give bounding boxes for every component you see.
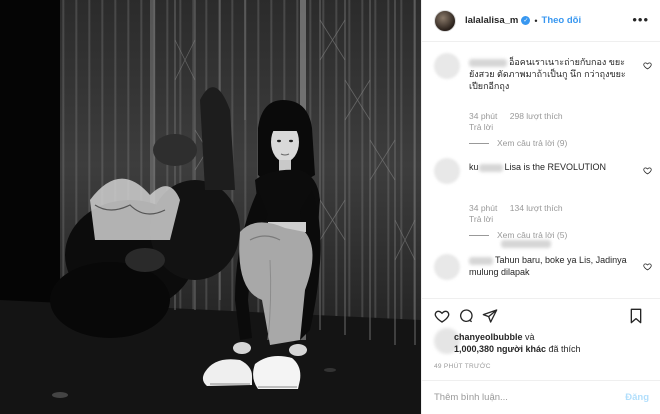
blurred-username: [478, 163, 503, 172]
likes-others[interactable]: người khác: [497, 344, 546, 354]
bookmark-icon[interactable]: [628, 308, 644, 324]
like-comment-heart-icon[interactable]: [643, 166, 652, 175]
header-separator: •: [534, 15, 538, 26]
comment-time: 34 phút: [469, 203, 498, 213]
comment-likes[interactable]: 298 lượt thích: [510, 111, 563, 122]
comment-text: Tahun baru, boke ya Lis, Jadinya mulung …: [469, 240, 629, 278]
comments-list[interactable]: อ็อคนเราเนาะถ่ายกับกอง ขยะยังสวย ตัดภาพม…: [422, 43, 660, 298]
verified-badge-icon: ✓: [521, 16, 531, 25]
reply-button[interactable]: Trả lời: [469, 122, 493, 133]
blurred-username: [469, 58, 507, 67]
follow-button[interactable]: Theo dõi: [542, 15, 582, 26]
comment-bubble-icon[interactable]: [458, 308, 474, 324]
comment-item: อ็อคนเราเนาะถ่ายกับกอง ขยะยังสวย ตัดภาพม…: [434, 53, 652, 173]
author-avatar[interactable]: [434, 9, 456, 32]
more-options-icon[interactable]: •••: [632, 13, 649, 26]
comment-text-content: Lisa is the REVOLUTION: [504, 162, 607, 172]
like-comment-heart-icon[interactable]: [643, 262, 652, 271]
like-heart-icon[interactable]: [434, 308, 450, 324]
likes-text: chanyeolbubble và 1,000,380 người khác đ…: [454, 331, 581, 355]
add-comment-bar: Đăng: [422, 380, 660, 414]
comment-username-visible[interactable]: ku: [469, 162, 479, 172]
likes-liked: đã thích: [548, 344, 581, 354]
view-replies-button[interactable]: Xem câu trả lời (9): [469, 138, 567, 148]
commenter-avatar[interactable]: [434, 53, 460, 79]
likes-count[interactable]: 1,000,380: [454, 344, 494, 354]
add-comment-input[interactable]: [434, 392, 626, 403]
comment-meta: 34 phút 134 lượt thích Trả lời: [469, 203, 563, 225]
post-timestamp[interactable]: 49 PHÚT TRƯỚC: [434, 363, 491, 370]
likes-and: và: [525, 332, 535, 342]
comment-meta: 34 phút 298 lượt thích Trả lời: [469, 111, 563, 133]
replies-divider-line: [469, 234, 489, 236]
comment-text: อ็อคนเราเนาะถ่ายกับกอง ขยะยังสวย ตัดภาพม…: [469, 56, 629, 92]
author-username[interactable]: lalalalisa_m: [465, 15, 518, 26]
view-replies-label: Xem câu trả lời (9): [497, 138, 568, 148]
replies-divider-line: [469, 142, 489, 144]
comment-time: 34 phút: [469, 111, 498, 121]
comment-item: ku Lisa is the REVOLUTION 34 phút 134 lượ…: [434, 158, 652, 248]
blurred-username: [501, 240, 551, 248]
like-comment-heart-icon[interactable]: [643, 61, 652, 70]
liker-username[interactable]: chanyeolbubble: [454, 332, 523, 342]
share-paper-plane-icon[interactable]: [482, 308, 498, 324]
comment-text: ku Lisa is the REVOLUTION: [469, 161, 629, 173]
reply-button[interactable]: Trả lời: [469, 214, 493, 225]
commenter-avatar[interactable]: [434, 158, 460, 184]
commenter-avatar[interactable]: [434, 254, 460, 280]
post-header: lalalalisa_m ✓ • Theo dõi •••: [422, 0, 660, 42]
post-comment-button[interactable]: Đăng: [625, 392, 649, 403]
likes-summary: chanyeolbubble và 1,000,380 người khác đ…: [434, 326, 654, 360]
post-photo[interactable]: [0, 0, 421, 414]
blurred-username: [469, 256, 493, 265]
comment-item: Tahun baru, boke ya Lis, Jadinya mulung …: [434, 238, 652, 298]
photo-scene: [0, 0, 421, 414]
post-side-panel: lalalalisa_m ✓ • Theo dõi ••• อ็อคนเราเน…: [421, 0, 660, 414]
comment-likes[interactable]: 134 lượt thích: [510, 203, 563, 214]
